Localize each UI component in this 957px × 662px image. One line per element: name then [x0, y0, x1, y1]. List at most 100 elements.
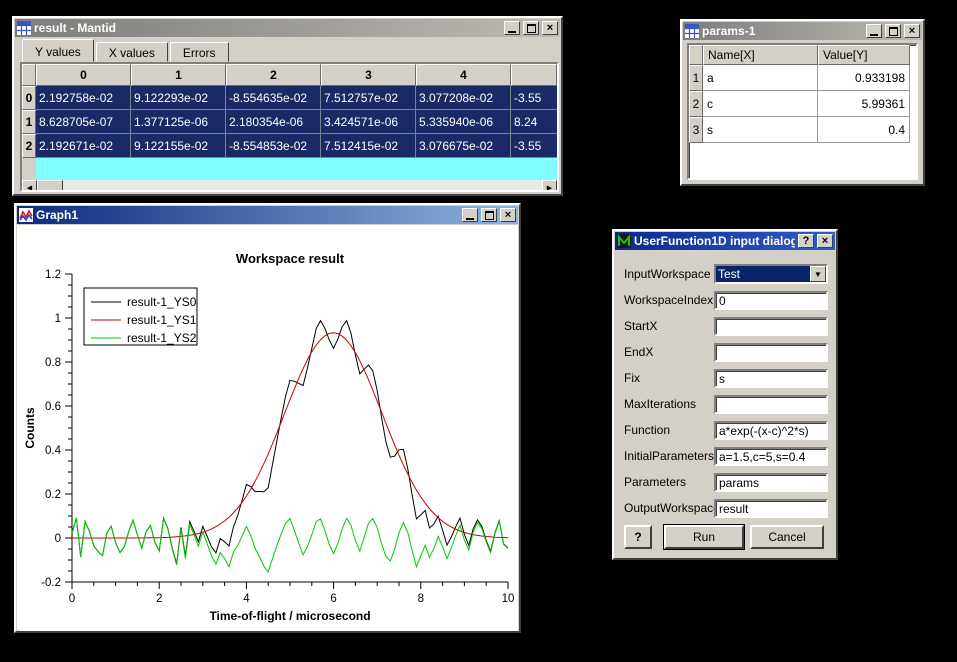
- run-button[interactable]: Run: [664, 525, 744, 549]
- table-grid-icon: [685, 24, 699, 38]
- param-name-cell[interactable]: s: [703, 117, 818, 143]
- close-button[interactable]: ×: [542, 21, 558, 35]
- minimize-button[interactable]: [504, 21, 520, 35]
- column-header-value[interactable]: Value[Y]: [818, 45, 910, 65]
- label-maxiterations: MaxIterations: [624, 397, 716, 411]
- label-workspaceindex: WorkspaceIndex: [624, 293, 716, 307]
- table-cell[interactable]: 3.077208e-02: [416, 86, 511, 110]
- row-header[interactable]: 2: [22, 134, 36, 158]
- close-button[interactable]: ×: [904, 24, 920, 38]
- help-button[interactable]: ?: [624, 525, 652, 549]
- label-endx: EndX: [624, 345, 716, 359]
- params-titlebar[interactable]: params-1 ×: [683, 22, 922, 40]
- horizontal-scrollbar[interactable]: ◀ ▶: [22, 180, 557, 192]
- column-header[interactable]: 2: [226, 64, 321, 86]
- maxiterations-field[interactable]: [714, 395, 828, 414]
- table-cell[interactable]: 3.076675e-02: [416, 134, 511, 158]
- function-field[interactable]: [714, 421, 828, 440]
- tab-y-values[interactable]: Y values: [22, 39, 94, 62]
- table-row: 2 c 5.99361: [689, 91, 916, 117]
- row-header[interactable]: 3: [689, 117, 703, 143]
- table-cell[interactable]: 7.512415e-02: [321, 134, 416, 158]
- label-fix: Fix: [624, 371, 716, 385]
- param-name-cell[interactable]: c: [703, 91, 818, 117]
- fix-field[interactable]: [714, 369, 828, 388]
- parameters-field[interactable]: [714, 473, 828, 492]
- workspace-result-plot[interactable]: Workspace result-0.200.20.40.60.811.2024…: [19, 227, 518, 631]
- startx-field[interactable]: [714, 317, 828, 336]
- row-header[interactable]: 1: [22, 110, 36, 134]
- maximize-button[interactable]: [523, 21, 539, 35]
- table-row: 3 s 0.4: [689, 117, 916, 143]
- cancel-button[interactable]: Cancel: [750, 525, 824, 549]
- row-header[interactable]: 1: [689, 65, 703, 91]
- table-cell[interactable]: -8.554635e-02: [226, 86, 321, 110]
- inputworkspace-combobox[interactable]: Test ▼: [714, 264, 828, 284]
- column-header[interactable]: 0: [36, 64, 131, 86]
- minimize-button[interactable]: [866, 24, 882, 38]
- param-name-cell[interactable]: a: [703, 65, 818, 91]
- column-header-name[interactable]: Name[X]: [703, 45, 818, 65]
- column-header[interactable]: 4: [416, 64, 511, 86]
- maximize-button[interactable]: [885, 24, 901, 38]
- table-cell[interactable]: 2.180354e-06: [226, 110, 321, 134]
- y-tick-label: 0: [55, 533, 61, 545]
- maximize-button[interactable]: [481, 208, 497, 222]
- param-value-cell[interactable]: 0.933198: [818, 65, 910, 91]
- workspaceindex-field[interactable]: [714, 291, 828, 310]
- combo-selected-value: Test: [716, 266, 810, 282]
- table-row: 1 8.628705e-07 1.377125e-06 2.180354e-06…: [22, 110, 557, 134]
- help-titlebar-button[interactable]: ?: [798, 234, 814, 248]
- chevron-down-icon[interactable]: ▼: [810, 266, 826, 282]
- table-cell[interactable]: -3.55: [511, 86, 557, 110]
- initialparameters-field[interactable]: [714, 447, 828, 466]
- x-axis-title: Time-of-flight / microsecond: [209, 609, 370, 623]
- table-cell[interactable]: -3.55: [511, 134, 557, 158]
- row-header[interactable]: 0: [22, 86, 36, 110]
- param-value-cell[interactable]: 0.4: [818, 117, 910, 143]
- result-titlebar[interactable]: result - Mantid ×: [15, 19, 560, 37]
- column-header[interactable]: [511, 64, 557, 86]
- scrollbar-thumb[interactable]: [37, 180, 63, 192]
- minimize-button[interactable]: [462, 208, 478, 222]
- table-cell[interactable]: 2.192758e-02: [36, 86, 131, 110]
- table-cell[interactable]: 5.335940e-06: [416, 110, 511, 134]
- scroll-left-button[interactable]: ◀: [22, 180, 37, 192]
- y-tick-label: 0.4: [45, 445, 62, 457]
- tab-x-values[interactable]: X values: [96, 42, 168, 62]
- table-cell[interactable]: 7.512757e-02: [321, 86, 416, 110]
- scrollbar-track[interactable]: [63, 180, 542, 192]
- scroll-right-button[interactable]: ▶: [542, 180, 557, 192]
- desktop: result - Mantid × Y values X values Erro…: [0, 0, 957, 662]
- table-cell[interactable]: 8.24: [511, 110, 557, 134]
- column-header[interactable]: 1: [131, 64, 226, 86]
- table-cell[interactable]: 1.377125e-06: [131, 110, 226, 134]
- series-line-result-1_YS1: [72, 333, 508, 538]
- table-cell[interactable]: 9.122293e-02: [131, 86, 226, 110]
- y-tick-label: 0.8: [45, 357, 61, 369]
- series-line-result-1_YS2: [72, 518, 508, 572]
- x-tick-label: 2: [156, 593, 162, 605]
- param-value-cell[interactable]: 5.99361: [818, 91, 910, 117]
- corner-header-cell: [22, 64, 36, 86]
- dialog-userfunction1d: UserFunction1D input dialog ? × InputWor…: [612, 229, 838, 560]
- close-button[interactable]: ×: [500, 208, 516, 222]
- label-initialparameters: InitialParameters: [624, 449, 716, 463]
- window-params-1: params-1 × Name[X] Value[Y] 1 a 0.933198…: [680, 19, 925, 186]
- legend-entry: result-1_YS2: [127, 331, 197, 345]
- column-header[interactable]: 3: [321, 64, 416, 86]
- table-cell[interactable]: 3.424571e-06: [321, 110, 416, 134]
- table-cell[interactable]: 2.192671e-02: [36, 134, 131, 158]
- table-row: 1 a 0.933198: [689, 65, 916, 91]
- table-cell[interactable]: -8.554853e-02: [226, 134, 321, 158]
- row-header[interactable]: 2: [689, 91, 703, 117]
- outputworkspace-field[interactable]: [714, 499, 828, 518]
- graph-titlebar[interactable]: Graph1 ×: [17, 206, 518, 224]
- dialog-titlebar[interactable]: UserFunction1D input dialog ? ×: [615, 232, 835, 250]
- tab-errors[interactable]: Errors: [170, 42, 229, 62]
- result-window-title: result - Mantid: [34, 20, 501, 36]
- table-cell[interactable]: 9.122155e-02: [131, 134, 226, 158]
- endx-field[interactable]: [714, 343, 828, 362]
- table-cell[interactable]: 8.628705e-07: [36, 110, 131, 134]
- close-button[interactable]: ×: [817, 234, 833, 248]
